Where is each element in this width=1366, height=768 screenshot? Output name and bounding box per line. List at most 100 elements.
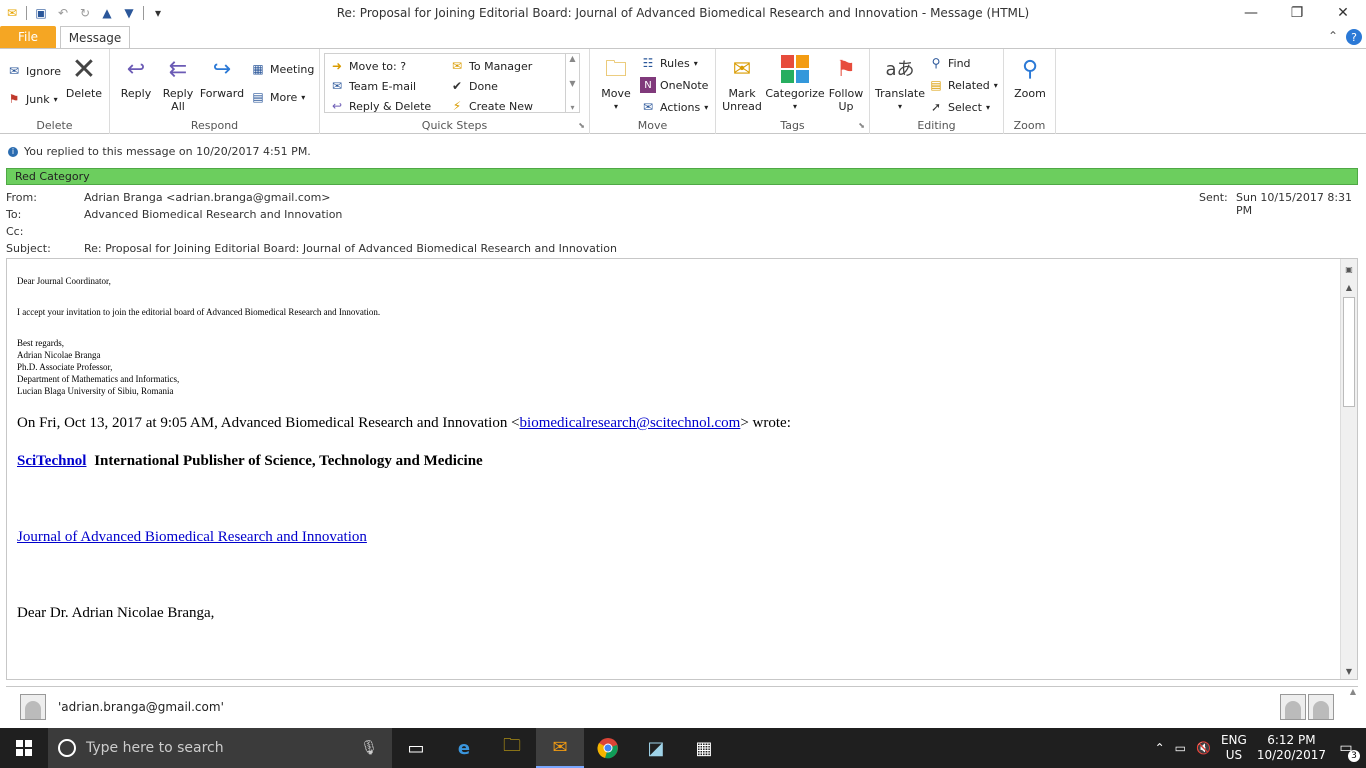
divider [26,6,27,20]
scroll-thumb[interactable] [1343,297,1355,407]
show-hidden-icons-icon[interactable]: ⌃ [1155,741,1165,755]
outlook-icon[interactable]: ✉ [536,728,584,768]
network-icon[interactable]: ▭ [1175,741,1186,755]
collapse-ribbon-icon[interactable]: ⌃ [1328,29,1338,45]
minimize-icon[interactable]: — [1228,0,1274,26]
edge-icon[interactable]: e [440,728,488,768]
reply-button[interactable]: ↩ Reply [114,53,158,100]
customize-toolbar-icon[interactable]: ▾ [150,5,166,21]
binoculars-icon: ⚲ [931,56,941,70]
tab-file[interactable]: File [0,26,56,48]
notes-app-icon[interactable]: ◪ [632,728,680,768]
greeting: Dear Journal Coordinator, [17,276,111,286]
quick-step-team-email[interactable]: ✉ Team E-mail [329,76,449,96]
next-item-icon[interactable]: ▼ [121,5,137,21]
chevron-down-icon: ▾ [53,94,58,104]
contact-name[interactable]: 'adrian.branga@gmail.com' [58,700,224,714]
quick-step-move-to[interactable]: ➜ Move to: ? [329,56,449,76]
previous-item-icon[interactable]: ▲ [99,5,115,21]
group-label: Zoom [1013,119,1046,132]
search-icon [58,739,76,757]
more-respond-button[interactable]: ▤ More ▾ [250,87,314,107]
mark-unread-button[interactable]: ✉ Mark Unread [720,53,764,113]
collapse-pane-icon[interactable]: ▲ [1350,687,1356,696]
message-body[interactable]: Dear Journal Coordinator, I accept your … [6,258,1358,680]
category-squares-svg [781,55,809,83]
quick-step-done[interactable]: ✔ Done [449,76,569,96]
scitechnol-link[interactable]: SciTechnol [17,453,86,469]
team-email-icon: ✉ [331,79,343,93]
forward-button[interactable]: ↪ Forward [200,53,244,100]
zoom-button[interactable]: ⚲ Zoom [1008,53,1052,100]
avatar[interactable] [1280,693,1306,720]
meeting-button[interactable]: ▦ Meeting [250,59,314,79]
file-explorer-icon[interactable]: 🗀 [488,728,536,768]
rules-button[interactable]: ☷ Rules ▾ [640,53,708,73]
find-button[interactable]: ⚲ Find [928,53,998,73]
quick-step-to-manager[interactable]: ✉ To Manager [449,56,569,76]
tab-message[interactable]: Message [60,26,130,48]
action-center-icon[interactable]: ▭ 3 [1336,738,1360,762]
mail-icon[interactable]: ✉ [4,5,20,21]
close-icon[interactable]: ✕ [1320,0,1366,26]
quick-step-reply-delete[interactable]: ↩ Reply & Delete [329,96,449,116]
categorize-button[interactable]: Categorize ▾ [765,53,825,113]
title-bar: ✉ ▣ ↶ ↻ ▲ ▼ ▾ Re: Proposal for Joining E… [0,0,1366,26]
checkmark-icon: ✔ [451,79,463,93]
journal-link[interactable]: Journal of Advanced Biomedical Research … [17,529,367,546]
chevron-down-icon: ▾ [985,102,990,112]
actions-button[interactable]: ✉ Actions ▾ [640,97,708,117]
from-value[interactable]: Adrian Branga <adrian.branga@gmail.com> [84,191,331,204]
chevron-down-icon: ▾ [613,102,618,111]
expand-gallery-icon[interactable]: ▾ [570,103,574,112]
save-icon[interactable]: ▣ [33,5,49,21]
language-indicator[interactable]: ENG US [1221,733,1247,763]
help-icon[interactable]: ? [1346,29,1362,45]
publisher-tagline: International Publisher of Science, Tech… [94,453,483,469]
taskbar-search[interactable]: Type here to search 🎙 [48,728,392,768]
avatar[interactable] [1308,693,1334,720]
acceptance-line: I accept your invitation to join the edi… [17,307,381,317]
calculator-icon[interactable]: ▦ [680,728,728,768]
subject-label: Subject: [6,242,51,255]
vertical-scrollbar[interactable]: ▣ ▲ ▼ [1340,259,1357,679]
quick-access-toolbar: ✉ ▣ ↶ ↻ ▲ ▼ ▾ [0,5,166,21]
flag-icon: ⚑ [836,56,856,82]
restore-icon[interactable]: ❐ [1274,0,1320,26]
avatar[interactable] [20,693,46,720]
chevron-up-icon[interactable]: ▲ [569,54,575,63]
reply-all-button[interactable]: ⇇ Reply All [156,53,200,113]
reply-info-bar: i You replied to this message on 10/20/2… [8,145,311,158]
microphone-icon[interactable]: 🎙 [360,740,378,756]
windows-start-icon[interactable] [0,728,48,768]
ignore-button[interactable]: ✉ Ignore [6,61,61,81]
sender-email-link[interactable]: biomedicalresearch@scitechnol.com [520,415,741,431]
move-button[interactable]: 🗀 Move ▾ [594,53,638,113]
select-button[interactable]: ➚ Select ▾ [928,97,998,117]
delete-button[interactable]: ✕ Delete [62,53,106,100]
clock[interactable]: 6:12 PM 10/20/2017 [1257,733,1326,763]
quick-steps-scroll[interactable]: ▲ ▼ ▾ [565,54,579,112]
group-move: 🗀 Move ▾ ☷ Rules ▾ N OneNote ✉ Actions ▾… [590,49,716,134]
volume-muted-icon[interactable]: 🔇 [1196,741,1211,755]
scroll-up-icon[interactable]: ▲ [1341,279,1357,295]
window-controls: — ❐ ✕ [1228,0,1366,26]
search-placeholder: Type here to search [86,740,224,756]
junk-button[interactable]: ⚑ Junk ▾ [6,89,61,109]
chevron-down-icon[interactable]: ▼ [569,79,575,88]
to-value[interactable]: Advanced Biomedical Research and Innovat… [84,208,342,221]
onenote-button[interactable]: N OneNote [640,75,708,95]
follow-up-button[interactable]: ⚑ Follow Up [824,53,868,113]
redo-icon[interactable]: ↻ [77,5,93,21]
sent-value: Sun 10/15/2017 8:31 PM [1236,191,1353,217]
scroll-down-icon[interactable]: ▼ [1341,663,1357,679]
quick-step-create-new[interactable]: ⚡ Create New [449,96,569,116]
actions-icon: ✉ [642,100,654,114]
related-button[interactable]: ▤ Related ▾ [928,75,997,95]
scroll-edit-icon[interactable]: ▣ [1341,261,1357,277]
chrome-icon[interactable] [584,728,632,768]
task-view-icon[interactable]: ▭ [392,728,440,768]
group-label: Respond [190,119,239,132]
translate-button[interactable]: aあ Translate ▾ [874,53,926,113]
undo-icon[interactable]: ↶ [55,5,71,21]
